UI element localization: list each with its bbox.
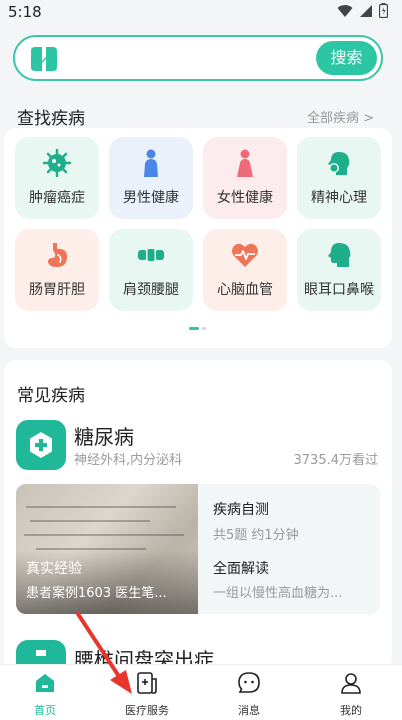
- heart-icon: [232, 243, 258, 267]
- category-label: 精神心理: [311, 190, 367, 206]
- signal-icon: [360, 4, 372, 17]
- profile-icon: [341, 673, 361, 694]
- common-diseases-title: 常见疾病: [17, 386, 85, 406]
- status-bar: 5:18: [0, 0, 402, 26]
- spine-icon: [138, 249, 164, 261]
- category-stomach[interactable]: 肠胃肝胆: [15, 229, 99, 311]
- stomach-icon: [48, 243, 67, 267]
- category-label: 男性健康: [123, 190, 179, 206]
- annotation-arrow-icon: [76, 612, 132, 694]
- disease-name[interactable]: 糖尿病: [74, 421, 134, 450]
- case-photo[interactable]: 真实经验 患者案例1603 医生笔...: [16, 484, 198, 614]
- category-label: 心脑血管: [217, 282, 273, 298]
- experience-title: 真实经验: [26, 561, 82, 577]
- wifi-icon: [337, 4, 353, 17]
- female-icon: [237, 149, 253, 177]
- tab-profile[interactable]: 我的: [316, 665, 386, 720]
- message-icon: [238, 672, 260, 693]
- disease-views: 3735.4万看过: [293, 453, 379, 468]
- app-logo-icon: [31, 47, 57, 71]
- tab-label: 医疗服务: [125, 704, 169, 717]
- self-test-title[interactable]: 疾病自测: [213, 499, 269, 519]
- find-diseases-title: 查找疾病: [17, 109, 85, 129]
- tab-messages[interactable]: 消息: [214, 665, 284, 720]
- all-diseases-link[interactable]: 全部疾病 >: [307, 107, 374, 126]
- medical-cross-icon: [30, 432, 52, 458]
- mental-icon: [328, 152, 350, 175]
- status-time: 5:18: [8, 3, 42, 21]
- tab-label: 我的: [340, 704, 362, 717]
- self-test-subtitle: 共5题 约1分钟: [213, 528, 299, 543]
- category-male[interactable]: 男性健康: [109, 137, 193, 219]
- analysis-subtitle: 一组以慢性高血糖为...: [213, 586, 343, 601]
- tumor-icon: [43, 149, 71, 177]
- search-input[interactable]: [71, 43, 311, 73]
- category-label: 肩颈腰腿: [123, 282, 179, 298]
- tab-label: 首页: [34, 704, 56, 717]
- category-label: 女性健康: [217, 190, 273, 206]
- category-label: 肿瘤癌症: [29, 190, 85, 206]
- bottom-tab-bar: 首页 医疗服务 消息 我的: [0, 664, 402, 720]
- category-card: 肿瘤癌症 男性健康 女性健康 精神心理 肠胃肝胆 肩颈腰腿 心脑血管 眼耳口鼻喉: [4, 128, 392, 348]
- category-mental[interactable]: 精神心理: [297, 137, 381, 219]
- search-bar: 搜索: [13, 35, 383, 81]
- category-head[interactable]: 眼耳口鼻喉: [297, 229, 381, 311]
- category-tumor[interactable]: 肿瘤癌症: [15, 137, 99, 219]
- battery-icon: [379, 3, 388, 18]
- tab-label: 消息: [238, 704, 260, 717]
- disease-detail-panel: 真实经验 患者案例1603 医生笔... 疾病自测 共5题 约1分钟 全面解读 …: [16, 484, 380, 614]
- home-icon: [36, 674, 54, 692]
- category-label: 肠胃肝胆: [29, 282, 85, 298]
- disease-icon: [16, 420, 66, 470]
- search-button[interactable]: 搜索: [316, 41, 377, 75]
- experience-subtitle: 患者案例1603 医生笔...: [26, 586, 167, 601]
- disease-departments: 神经外科,内分泌科: [74, 453, 183, 468]
- male-icon: [144, 149, 158, 177]
- category-spine[interactable]: 肩颈腰腿: [109, 229, 193, 311]
- page-dot-active: [189, 327, 199, 330]
- status-icons: [337, 3, 388, 18]
- category-female[interactable]: 女性健康: [203, 137, 287, 219]
- page-indicator: [189, 327, 206, 330]
- category-label: 眼耳口鼻喉: [304, 282, 374, 298]
- category-heart[interactable]: 心脑血管: [203, 229, 287, 311]
- head-icon: [328, 243, 351, 267]
- page-dot: [202, 327, 206, 330]
- analysis-title[interactable]: 全面解读: [213, 558, 269, 578]
